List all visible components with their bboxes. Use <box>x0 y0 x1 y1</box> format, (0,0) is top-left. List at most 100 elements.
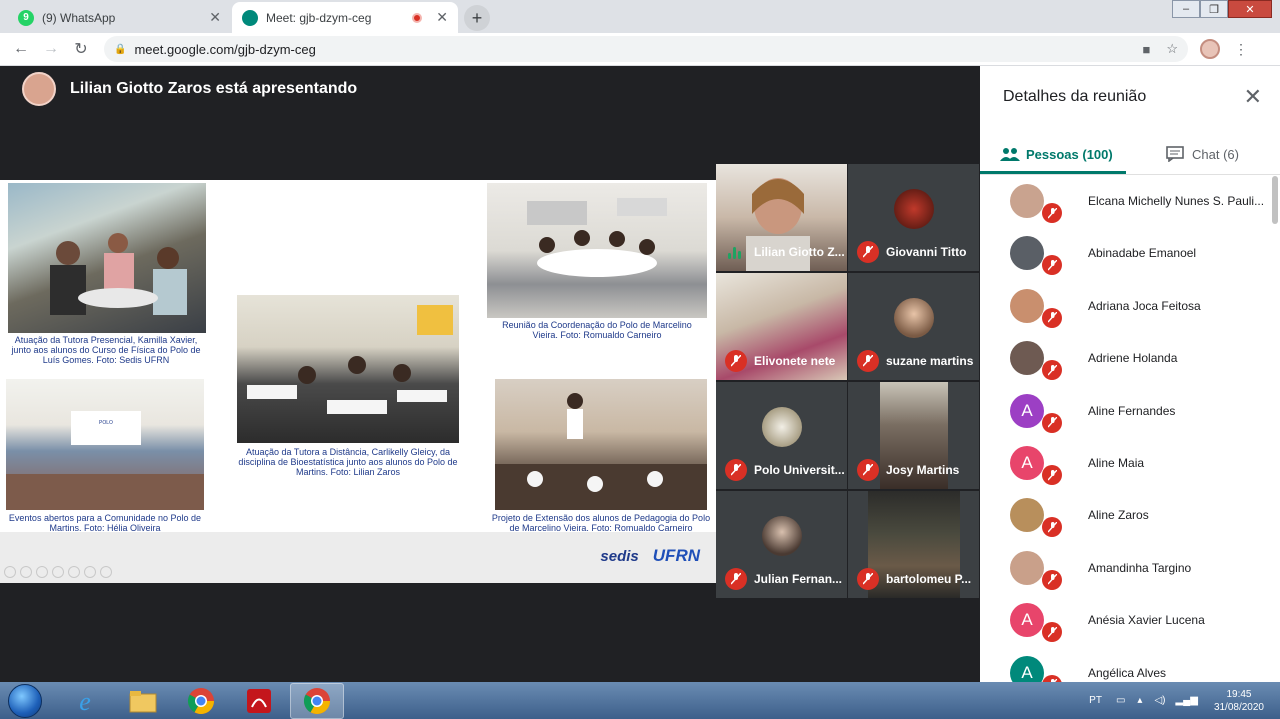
tab-chat[interactable]: Chat (6) <box>1166 140 1239 168</box>
ie-icon[interactable]: e <box>58 683 112 719</box>
folder-icon[interactable] <box>116 683 170 719</box>
minimize-button[interactable]: – <box>1172 0 1200 18</box>
start-button[interactable] <box>8 683 42 718</box>
menu-icon[interactable]: ⋮ <box>1234 41 1248 58</box>
participant-name: Amandinha Targino <box>1088 560 1192 575</box>
list-item[interactable]: Elcana Michelly Nunes S. Pauli... <box>980 176 1270 228</box>
slide-caption: Atuação da Tutora a Distância, Carlikell… <box>238 447 458 477</box>
new-tab-button[interactable]: + <box>464 5 490 31</box>
slide-photo: POLO <box>6 379 204 510</box>
reload-icon[interactable]: ↻ <box>66 39 96 59</box>
address-bar[interactable]: 🔒 meet.google.com/gjb-dzym-ceg ■ ☆ <box>104 36 1188 62</box>
clock-time: 19:45 <box>1226 688 1252 700</box>
meeting-details-panel: Detalhes da reunião ✕ Pessoas (100) Chat… <box>980 66 1280 682</box>
divider <box>980 174 1280 175</box>
back-icon[interactable]: ← <box>6 40 36 58</box>
tab-people[interactable]: Pessoas (100) <box>1000 140 1113 168</box>
list-item[interactable]: A Aline Maia <box>980 438 1270 490</box>
photo-event: POLO <box>6 411 204 510</box>
mic-off-icon <box>725 568 747 590</box>
bookmark-star-icon[interactable]: ☆ <box>1166 41 1178 57</box>
meet-icon <box>242 9 258 26</box>
tab-label: Pessoas (100) <box>1026 146 1113 162</box>
acrobat-icon[interactable] <box>232 683 286 719</box>
tab-label: Chat (6) <box>1192 146 1239 162</box>
mic-off-icon <box>1042 203 1062 223</box>
mic-off-icon <box>1042 674 1062 682</box>
window-close-button[interactable]: ✕ <box>1228 0 1272 18</box>
browser-toolbar: ← → ↻ 🔒 meet.google.com/gjb-dzym-ceg ■ ☆… <box>0 33 1280 66</box>
participant-tile[interactable]: Polo Universit... <box>716 382 847 489</box>
close-icon[interactable]: ✕ <box>436 9 448 26</box>
tab-whatsapp[interactable]: 9 (9) WhatsApp ✕ <box>8 2 231 33</box>
participant-tile[interactable]: Julian Fernan... <box>716 491 847 598</box>
mic-off-icon <box>857 459 879 481</box>
participant-tile[interactable]: suzane martins <box>848 273 979 380</box>
camera-icon[interactable]: ■ <box>1142 42 1150 57</box>
sedis-logo: sedis <box>600 547 639 565</box>
participant-tile[interactable]: bartolomeu P... <box>848 491 979 598</box>
slide-caption: Eventos abertos para a Comunidade no Pol… <box>8 513 202 533</box>
participant-name: bartolomeu P... <box>886 572 972 586</box>
participant-name: Anésia Xavier Lucena <box>1088 613 1205 628</box>
avatar <box>1010 236 1044 271</box>
chrome-icon[interactable] <box>174 683 228 719</box>
svg-text:e: e <box>79 687 91 715</box>
list-item[interactable]: A Angélica Alves <box>980 648 1270 682</box>
list-item[interactable]: A Aline Fernandes <box>980 386 1270 438</box>
mic-off-icon <box>1042 465 1062 485</box>
scrollbar[interactable] <box>1272 176 1278 224</box>
participant-name: Polo Universit... <box>754 463 845 477</box>
avatar <box>762 407 802 447</box>
participant-name: Abinadabe Emanoel <box>1088 246 1197 261</box>
participant-tile[interactable]: Josy Martins <box>848 382 979 489</box>
meeting-stage: Lilian Giotto Zaros está apresentando At… <box>0 66 980 682</box>
speaking-icon <box>728 247 741 259</box>
flag-icon[interactable]: ▴ <box>1137 695 1142 706</box>
network-icon[interactable]: ▂▄▆ <box>1175 695 1197 706</box>
avatar <box>1010 288 1044 323</box>
avatar: A <box>1010 603 1044 638</box>
list-item[interactable]: Abinadabe Emanoel <box>980 228 1270 280</box>
recording-icon <box>412 12 423 23</box>
slide-controls[interactable] <box>4 566 112 578</box>
slide-caption: Projeto de Extensão dos alunos de Pedago… <box>491 513 711 533</box>
list-item[interactable]: Aline Zaros <box>980 490 1270 542</box>
volume-icon[interactable]: ◁) <box>1154 695 1165 706</box>
whatsapp-icon: 9 <box>18 9 34 26</box>
slide-photo <box>487 183 707 318</box>
mic-off-icon <box>725 459 747 481</box>
participant-name: Elivonete nete <box>754 354 836 368</box>
close-icon[interactable]: ✕ <box>1244 84 1262 110</box>
list-item[interactable]: Amandinha Targino <box>980 543 1270 595</box>
profile-avatar[interactable] <box>1200 39 1220 59</box>
tab-strip: 9 (9) WhatsApp ✕ Meet: gjb-dzym-ceg ✕ + … <box>0 0 1280 33</box>
photo-classroom <box>247 305 453 414</box>
mic-off-icon <box>857 568 879 590</box>
close-icon[interactable]: ✕ <box>209 9 221 26</box>
keyboard-icon[interactable]: ▭ <box>1116 695 1125 706</box>
participant-tile[interactable]: Giovanni Titto <box>848 164 979 271</box>
participant-tile[interactable]: Lilian Giotto Z... <box>716 164 847 271</box>
participant-name: Julian Fernan... <box>754 572 843 586</box>
participant-name: suzane martins <box>886 354 974 368</box>
chrome-active-icon[interactable] <box>290 682 344 719</box>
slide-footer: sedis UFRN <box>0 532 716 583</box>
participant-tile[interactable]: Elivonete nete <box>716 273 847 380</box>
mic-off-icon <box>1042 569 1062 590</box>
tab-meet[interactable]: Meet: gjb-dzym-ceg ✕ <box>232 2 458 33</box>
avatar <box>762 516 802 556</box>
url-text: meet.google.com/gjb-dzym-ceg <box>134 41 316 57</box>
participant-name: Angélica Alves <box>1088 665 1167 680</box>
list-item[interactable]: Adriana Joca Feitosa <box>980 281 1270 333</box>
windows-taskbar: e PT ▭ ▴ ◁) ▂▄▆ 19:45 31/08/2020 <box>0 682 1280 719</box>
tab-title: (9) WhatsApp <box>42 10 116 25</box>
forward-icon[interactable]: → <box>36 40 66 58</box>
maximize-button[interactable]: ❐ <box>1200 0 1228 18</box>
clock[interactable]: 19:45 31/08/2020 <box>1214 688 1264 714</box>
language-indicator[interactable]: PT <box>1089 695 1102 706</box>
participant-name: Adriana Joca Feitosa <box>1088 298 1201 313</box>
slide-photo <box>495 379 707 510</box>
list-item[interactable]: Adriene Holanda <box>980 333 1270 385</box>
list-item[interactable]: A Anésia Xavier Lucena <box>980 595 1270 647</box>
